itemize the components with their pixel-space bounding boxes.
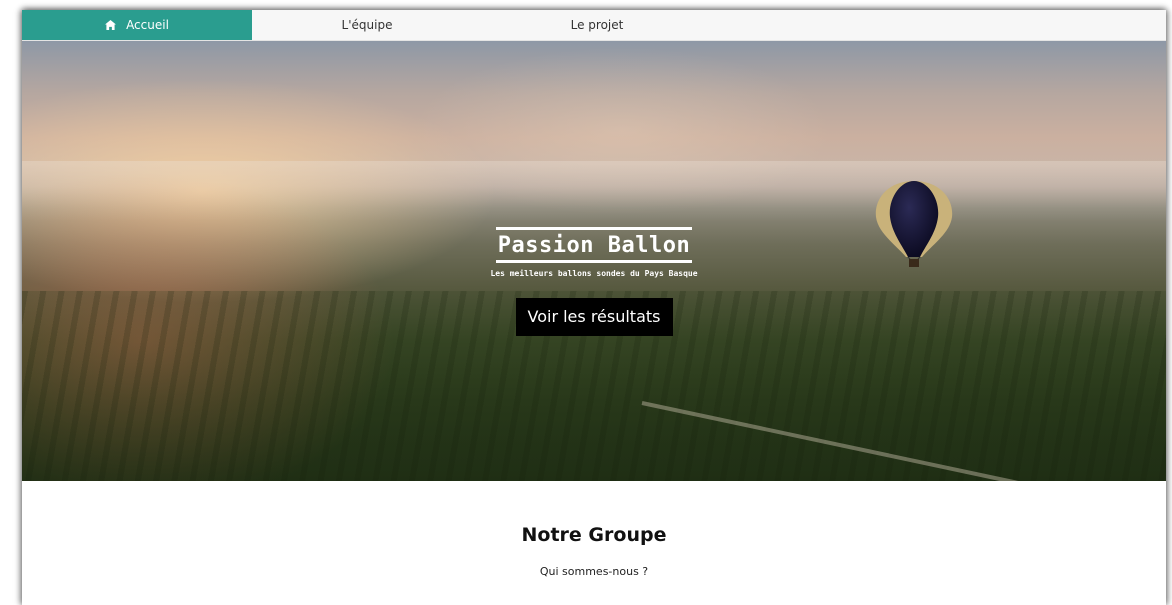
nav-item-accueil[interactable]: Accueil bbox=[22, 10, 252, 40]
nav-item-label: Accueil bbox=[126, 18, 169, 32]
nav-item-label: L'équipe bbox=[341, 18, 393, 32]
hero-title: Passion Ballon bbox=[495, 227, 693, 263]
hero-subtitle: Les meilleurs ballons sondes du Pays Bas… bbox=[490, 269, 698, 278]
view-results-button[interactable]: Voir les résultats bbox=[515, 298, 673, 336]
nav-item-label: Le projet bbox=[570, 18, 624, 32]
nav-item-equipe[interactable]: L'équipe bbox=[252, 10, 482, 40]
section-subtitle: Qui sommes-nous ? bbox=[539, 565, 649, 578]
home-icon bbox=[105, 20, 117, 30]
nav-item-projet[interactable]: Le projet bbox=[482, 10, 712, 40]
hero-haze bbox=[22, 161, 1166, 221]
hero-content: Passion Ballon Les meilleurs ballons son… bbox=[22, 227, 1166, 336]
hero-banner: Passion Ballon Les meilleurs ballons son… bbox=[22, 41, 1166, 481]
top-navbar: Accueil L'équipe Le projet bbox=[22, 10, 1166, 41]
section-title: Notre Groupe bbox=[521, 524, 667, 546]
browser-page: Accueil L'équipe Le projet Passion Ballo… bbox=[22, 10, 1166, 605]
